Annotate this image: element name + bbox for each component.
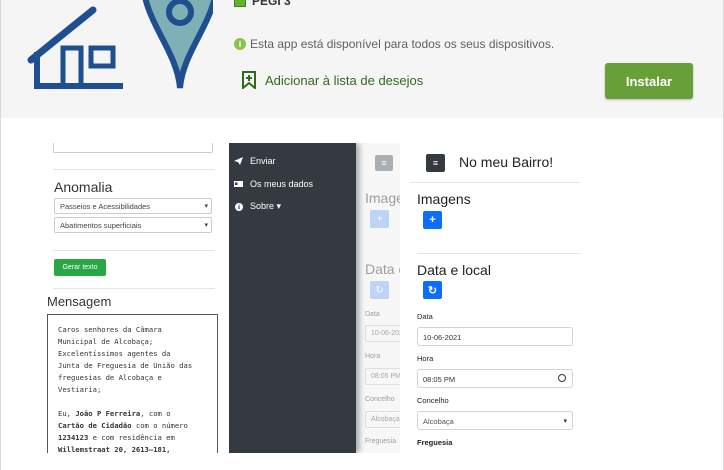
divider: [53, 169, 215, 170]
subcategory-select: Abatimentos superficiais ▾: [54, 217, 212, 233]
date-label: Data: [365, 311, 380, 318]
message-textarea: Caros senhores da Câmara Municipal de Al…: [47, 314, 218, 453]
category-select: Passeios e Acessibilidades ▾: [54, 198, 212, 214]
screenshot-side-menu[interactable]: Enviar Os meus dados Sobre ▾ ≡ Imagens +…: [229, 143, 400, 453]
availability-notice: i Esta app está disponível para todos os…: [234, 37, 554, 51]
screenshot-date-location-form[interactable]: ≡ No meu Bairro! Imagens + Data e local …: [410, 143, 580, 453]
date-field: 10-06-2021: [417, 327, 573, 346]
time-value: 08:05 PM: [423, 375, 456, 384]
date-location-heading: Data e local: [417, 262, 491, 278]
chevron-down-icon: ▾: [204, 203, 208, 210]
pegi-badge-icon: [234, 0, 246, 7]
paper-plane-icon: [234, 157, 243, 165]
chevron-down-icon: ▾: [563, 418, 567, 425]
bookmark-plus-icon: [242, 71, 256, 89]
refresh-icon: ↻: [370, 281, 389, 299]
municipality-value: Alcobaça: [423, 417, 454, 426]
info-circle-icon: [234, 202, 243, 211]
images-heading: Imagens: [365, 190, 400, 206]
app-title: No meu Bairro!: [459, 154, 554, 170]
text-field: [53, 143, 213, 153]
hamburger-menu-icon: ≡: [375, 155, 393, 171]
availability-text: Esta app está disponível para todos os s…: [250, 37, 555, 51]
refresh-icon: ↻: [423, 281, 442, 299]
app-store-page: PEGI 3 i Esta app está disponível para t…: [0, 0, 724, 470]
drawer-item-send: Enviar: [234, 156, 276, 166]
time-label: Hora: [365, 353, 381, 360]
message-heading: Mensagem: [47, 294, 112, 309]
app-navbar: ≡ No meu Bairro!: [410, 143, 580, 183]
municipality-select: Alcobaça: [365, 411, 400, 428]
add-to-wishlist-link[interactable]: Adicionar à lista de desejos: [241, 71, 423, 89]
chevron-down-icon: ▾: [204, 222, 208, 229]
subcategory-select-value: Abatimentos superficiais: [60, 221, 142, 230]
wishlist-label: Adicionar à lista de desejos: [265, 72, 424, 88]
parish-label: Freguesia: [365, 438, 397, 445]
divider: [53, 288, 215, 289]
side-drawer: Enviar Os meus dados Sobre ▾: [229, 143, 356, 453]
divider: [417, 253, 580, 254]
pegi-label: PEGI 3: [252, 0, 291, 8]
category-select-value: Passeios e Acessibilidades: [60, 202, 151, 211]
images-heading: Imagens: [417, 191, 471, 207]
house-location-pin-icon: [27, 0, 213, 89]
screenshot-report-form[interactable]: Anomalia Passeios e Acessibilidades ▾ Ab…: [47, 143, 220, 453]
pegi-rating: PEGI 3: [234, 0, 291, 8]
dimmed-form: ≡ Imagens + Data e local ↻ Data 10-06-20…: [356, 143, 400, 453]
date-value: 10-06-2021: [423, 333, 462, 342]
hamburger-menu-icon: ≡: [426, 154, 445, 172]
date-field: 10-06-2021: [365, 325, 400, 342]
drawer-item-my-data: Os meus dados: [234, 179, 313, 189]
install-button[interactable]: Instalar: [605, 63, 693, 99]
date-label: Data: [417, 312, 433, 321]
municipality-label: Concelho: [417, 396, 449, 405]
add-image-icon: +: [370, 210, 389, 228]
time-label: Hora: [417, 354, 434, 363]
id-card-icon: [234, 180, 243, 188]
parish-label: Freguesia: [417, 438, 453, 447]
time-field: 08:05 PM: [417, 369, 573, 388]
clock-icon: [558, 374, 566, 382]
date-location-heading: Data e local: [365, 261, 400, 277]
time-field: 08:05 PM: [365, 368, 400, 385]
generate-text-button: Gerar texto: [54, 259, 106, 276]
anomaly-heading: Anomalia: [54, 179, 113, 195]
app-header-panel: PEGI 3 i Esta app está disponível para t…: [0, 0, 724, 118]
divider: [53, 250, 215, 251]
municipality-select: Alcobaça ▾: [417, 411, 573, 430]
drawer-item-about: Sobre ▾: [234, 201, 281, 212]
add-image-icon: +: [423, 211, 442, 229]
municipality-label: Concelho: [365, 396, 395, 403]
info-icon: i: [234, 38, 246, 50]
